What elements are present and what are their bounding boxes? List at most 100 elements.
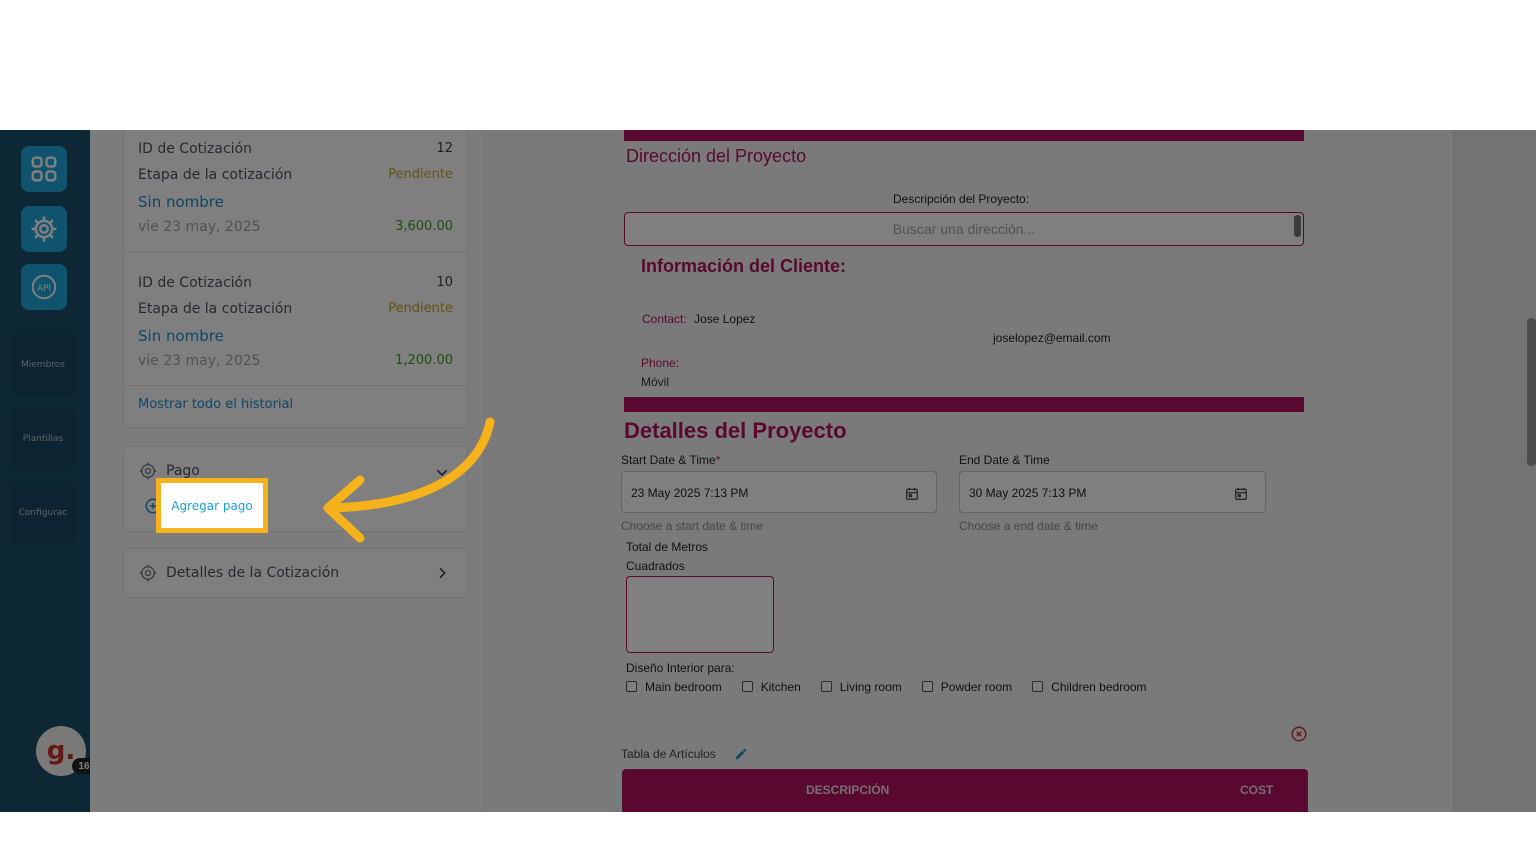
section-bar [624, 397, 1304, 412]
contact-label: Contact: [642, 312, 687, 326]
required-mark: * [715, 453, 721, 467]
quote-amount: 3,600.00 [395, 219, 453, 234]
quote-id: 12 [436, 141, 453, 156]
room-label: Powder room [940, 680, 1013, 694]
start-date-value: 23 May 2025 7:13 PM [631, 486, 749, 500]
checkbox[interactable] [1032, 681, 1044, 692]
quote-details-header: Detalles de la Cotización [138, 563, 339, 583]
tutorial-arrow-icon [323, 417, 495, 543]
end-date-field[interactable]: 30 May 2025 7:13 PM [959, 471, 1266, 513]
rail-button-api[interactable]: API [21, 264, 67, 310]
payment-title: Pago [166, 463, 200, 479]
rail-button-settings[interactable] [21, 206, 67, 252]
checkbox[interactable] [741, 681, 753, 692]
rail-item-config[interactable]: Configurac [10, 482, 76, 544]
project-description-label: Descripción del Proyecto: [893, 192, 1030, 206]
room-label: Living room [839, 680, 902, 694]
project-details-title: Detalles del Proyecto [624, 418, 847, 443]
phone-type: Móvil [641, 375, 670, 389]
scrollbar-track [1453, 130, 1536, 812]
room-option[interactable]: Kitchen [741, 680, 801, 694]
pencil-icon[interactable] [734, 747, 748, 761]
quote-id-label: ID de Cotización [138, 275, 252, 291]
quote-name-link[interactable]: Sin nombre [138, 193, 224, 211]
icon-rail: API Miembros Plantillas Configurac g. 16 [0, 130, 96, 812]
column-header-cost: COST [1240, 783, 1274, 797]
end-date-label: End Date & Time [959, 453, 1050, 467]
room-option[interactable]: Main bedroom [626, 680, 722, 694]
api-icon: API [31, 274, 57, 300]
rail-label: Configurac [18, 508, 68, 518]
rail-button-apps[interactable] [21, 146, 67, 192]
quote-id-label: ID de Cotización [138, 141, 252, 157]
room-option[interactable]: Living room [820, 680, 902, 694]
chevron-right-icon[interactable] [434, 565, 450, 581]
rail-item-members[interactable]: Miembros [10, 334, 76, 396]
contact-name: Jose Lopez [694, 312, 756, 326]
scrollbar-thumb[interactable] [1527, 318, 1536, 466]
quote-name-link[interactable]: Sin nombre [138, 327, 224, 345]
quote-details-card[interactable]: Detalles de la Cotización [123, 548, 468, 598]
area-label-line-2: Cuadrados [626, 559, 685, 573]
quote-amount: 1,200.00 [395, 353, 453, 368]
quote-date: vie 23 may, 2025 [138, 219, 261, 235]
app-frame: API Miembros Plantillas Configurac g. 16… [0, 130, 1536, 812]
input-scrollbar [1294, 215, 1301, 237]
items-table-label: Tabla de Artículos [621, 747, 716, 761]
show-all-history-link[interactable]: Mostrar todo el historial [138, 397, 293, 412]
checkbox[interactable] [820, 681, 832, 692]
close-circle-icon[interactable] [1290, 725, 1308, 743]
checkbox[interactable] [921, 681, 933, 692]
address-section-title: Dirección del Proyecto [626, 146, 807, 166]
quote-stage: Pendiente [388, 167, 453, 182]
grid-icon [31, 156, 57, 182]
quote-id: 10 [436, 275, 453, 290]
items-table-header: Tabla de Artículos [621, 747, 748, 761]
client-section-title: Información del Cliente: [641, 256, 847, 276]
checkbox[interactable] [626, 681, 637, 692]
interior-design-label: Diseño Interior para: [626, 661, 735, 675]
room-label: Kitchen [760, 680, 801, 694]
add-payment-highlight[interactable]: Agregar pago [156, 478, 268, 533]
area-textarea[interactable] [626, 576, 774, 653]
quote-details-title: Detalles de la Cotización [166, 565, 340, 581]
room-checkbox-group: Main bedroom Kitchen Living room Powder … [626, 680, 1147, 694]
address-placeholder: Buscar una dirección... [892, 221, 1036, 237]
contact-line: Contact: Jose Lopez [642, 312, 755, 326]
quote-stage: Pendiente [388, 301, 453, 316]
address-search-input[interactable]: Buscar una dirección... [624, 212, 1304, 246]
client-email: joselopez@email.com [993, 331, 1111, 345]
area-label-line-1: Total de Metros [626, 540, 709, 554]
items-table-headbar: DESCRIPCIÓN COST [622, 769, 1308, 812]
end-date-help: Choose a end date & time [959, 519, 1098, 533]
start-date-label: Start Date & Time* [621, 453, 720, 467]
quote-stage-label: Etapa de la cotización [138, 301, 293, 317]
room-label: Main bedroom [645, 680, 722, 694]
gear-icon [139, 462, 157, 480]
quote-date: vie 23 may, 2025 [138, 353, 261, 369]
start-date-field[interactable]: 23 May 2025 7:13 PM [621, 471, 937, 513]
rail-item-templates[interactable]: Plantillas [10, 408, 76, 470]
quote-stage-label: Etapa de la cotización [138, 167, 293, 183]
end-date-value: 30 May 2025 7:13 PM [969, 486, 1087, 500]
room-option[interactable]: Powder room [921, 680, 1013, 694]
avatar-letter: g. [46, 736, 76, 766]
gear-icon [31, 216, 57, 242]
rail-label: Plantillas [22, 434, 64, 444]
add-payment-button[interactable]: Agregar pago [171, 499, 253, 513]
quote-history-card: ID de Cotización 12 Etapa de la cotizació… [123, 130, 468, 428]
phone-label: Phone: [641, 356, 680, 370]
start-date-help: Choose a start date & time [621, 519, 764, 533]
column-header-description: DESCRIPCIÓN [806, 783, 890, 797]
start-date-label-text: Start Date & Time [621, 453, 716, 467]
divider [124, 385, 467, 386]
divider [124, 251, 467, 252]
rail-label: Miembros [21, 360, 65, 370]
section-bar [624, 130, 1304, 141]
gear-icon [139, 564, 157, 582]
room-label: Children bedroom [1051, 680, 1147, 694]
calendar-icon[interactable] [904, 486, 920, 502]
room-option[interactable]: Children bedroom [1032, 680, 1147, 694]
calendar-icon[interactable] [1233, 486, 1249, 502]
svg-text:API: API [37, 284, 51, 294]
